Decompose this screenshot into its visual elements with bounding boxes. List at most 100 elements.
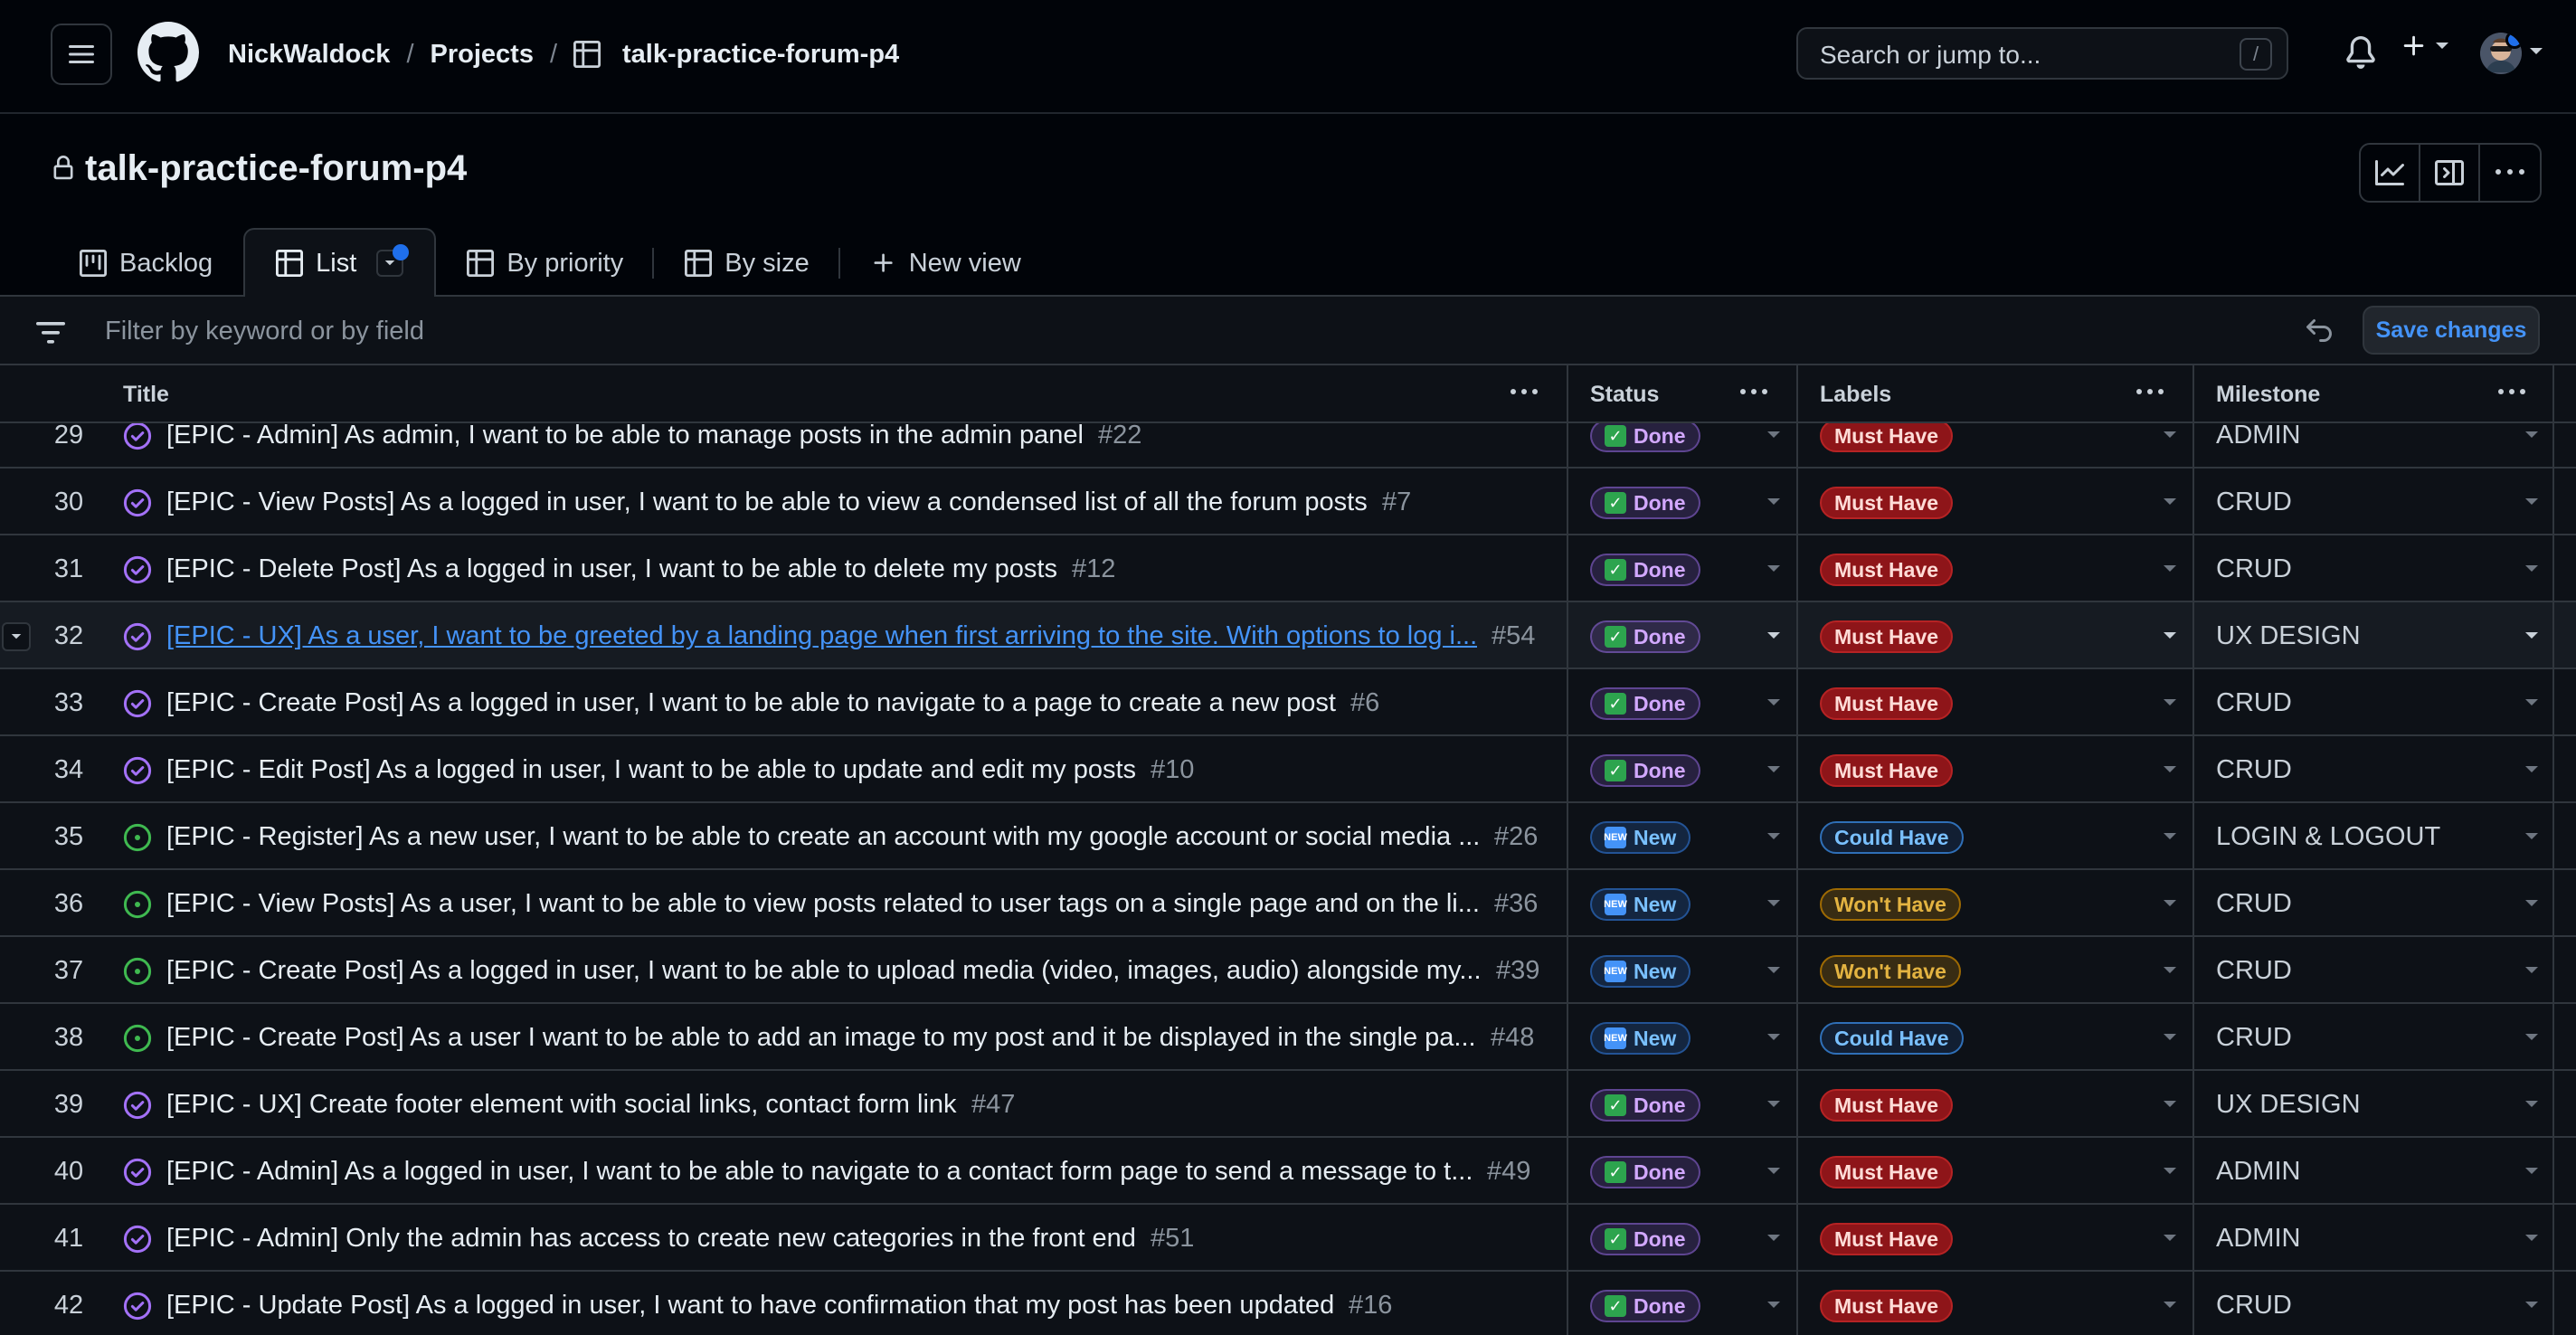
- labels-dropdown-caret[interactable]: [2164, 1235, 2176, 1241]
- issue-title[interactable]: [EPIC - Create Post] As a user I want to…: [166, 1004, 1476, 1071]
- column-header-labels[interactable]: Labels: [1820, 365, 1891, 423]
- label-badge[interactable]: Must Have: [1820, 1089, 1954, 1122]
- table-row[interactable]: 36 [EPIC - View Posts] As a user, I want …: [0, 870, 2576, 937]
- status-dropdown-caret[interactable]: [1767, 1101, 1780, 1107]
- milestone-value[interactable]: CRUD: [2216, 736, 2292, 803]
- column-menu-icon[interactable]: [1740, 389, 1767, 394]
- table-row[interactable]: 35 [EPIC - Register] As a new user, I wan…: [0, 803, 2576, 870]
- milestone-value[interactable]: ADMIN: [2216, 1205, 2300, 1272]
- table-row[interactable]: 40 [EPIC - Admin] As a logged in user, I …: [0, 1138, 2576, 1205]
- labels-dropdown-caret[interactable]: [2164, 1302, 2176, 1308]
- search-input[interactable]: Search or jump to... /: [1796, 27, 2288, 80]
- milestone-dropdown-caret[interactable]: [2525, 1235, 2538, 1241]
- milestone-dropdown-caret[interactable]: [2525, 900, 2538, 906]
- avatar[interactable]: [2480, 33, 2522, 74]
- tab-new-view[interactable]: New view: [840, 230, 1052, 297]
- status-dropdown-caret[interactable]: [1767, 900, 1780, 906]
- status-dropdown-caret[interactable]: [1767, 632, 1780, 639]
- status-badge[interactable]: ✓ Done: [1590, 620, 1700, 653]
- status-badge[interactable]: NEW New: [1590, 1022, 1691, 1055]
- status-badge[interactable]: ✓ Done: [1590, 420, 1700, 452]
- save-changes-button[interactable]: Save changes: [2363, 306, 2540, 355]
- view-options-button[interactable]: [376, 244, 410, 277]
- caret-down-icon[interactable]: [2529, 47, 2543, 56]
- labels-dropdown-caret[interactable]: [2164, 1034, 2176, 1040]
- issue-title[interactable]: [EPIC - Register] As a new user, I want …: [166, 803, 1480, 870]
- table-row[interactable]: 41 [EPIC - Admin] Only the admin has acce…: [0, 1205, 2576, 1272]
- milestone-dropdown-caret[interactable]: [2525, 1101, 2538, 1107]
- issue-title[interactable]: [EPIC - Admin] As a logged in user, I wa…: [166, 1138, 1473, 1205]
- status-badge[interactable]: ✓ Done: [1590, 1223, 1700, 1255]
- breadcrumb-project[interactable]: talk-practice-forum-p4: [622, 40, 899, 70]
- label-badge[interactable]: Must Have: [1820, 554, 1954, 586]
- insights-button[interactable]: [2361, 145, 2420, 201]
- table-row[interactable]: 32 [EPIC - UX] As a user, I want to be gr…: [0, 602, 2576, 669]
- milestone-value[interactable]: CRUD: [2216, 669, 2292, 736]
- milestone-dropdown-caret[interactable]: [2525, 766, 2538, 772]
- status-badge[interactable]: ✓ Done: [1590, 687, 1700, 720]
- column-divider[interactable]: [2192, 365, 2194, 1335]
- issue-title[interactable]: [EPIC - View Posts] As a logged in user,…: [166, 469, 1368, 535]
- status-dropdown-caret[interactable]: [1767, 565, 1780, 572]
- issue-title[interactable]: [EPIC - Admin] Only the admin has access…: [166, 1205, 1136, 1272]
- column-menu-icon[interactable]: [1511, 389, 1538, 394]
- column-header-milestone[interactable]: Milestone: [2216, 365, 2320, 423]
- bell-icon[interactable]: [2344, 34, 2377, 71]
- milestone-value[interactable]: CRUD: [2216, 1004, 2292, 1071]
- label-badge[interactable]: Must Have: [1820, 687, 1954, 720]
- labels-dropdown-caret[interactable]: [2164, 1168, 2176, 1174]
- labels-dropdown-caret[interactable]: [2164, 1101, 2176, 1107]
- table-row[interactable]: 31 [EPIC - Delete Post] As a logged in us…: [0, 535, 2576, 602]
- milestone-dropdown-caret[interactable]: [2525, 1168, 2538, 1174]
- status-badge[interactable]: NEW New: [1590, 888, 1691, 921]
- label-badge[interactable]: Must Have: [1820, 1290, 1954, 1322]
- status-dropdown-caret[interactable]: [1767, 967, 1780, 973]
- column-divider[interactable]: [2552, 365, 2554, 1335]
- label-badge[interactable]: Must Have: [1820, 1223, 1954, 1255]
- label-badge[interactable]: Must Have: [1820, 1156, 1954, 1188]
- status-dropdown-caret[interactable]: [1767, 766, 1780, 772]
- row-expand-button[interactable]: [2, 622, 31, 651]
- side-panel-button[interactable]: [2420, 145, 2480, 201]
- status-dropdown-caret[interactable]: [1767, 498, 1780, 505]
- issue-title[interactable]: [EPIC - View Posts] As a user, I want to…: [166, 870, 1480, 937]
- milestone-dropdown-caret[interactable]: [2525, 699, 2538, 705]
- issue-title[interactable]: [EPIC - UX] As a user, I want to be gree…: [166, 602, 1477, 669]
- labels-dropdown-caret[interactable]: [2164, 967, 2176, 973]
- issue-title[interactable]: [EPIC - Edit Post] As a logged in user, …: [166, 736, 1136, 803]
- tab-by-size[interactable]: By size: [654, 230, 840, 297]
- status-badge[interactable]: ✓ Done: [1590, 487, 1700, 519]
- breadcrumb-owner[interactable]: NickWaldock: [228, 40, 390, 70]
- status-dropdown-caret[interactable]: [1767, 1302, 1780, 1308]
- filter-input[interactable]: Filter by keyword or by field: [105, 317, 424, 346]
- milestone-dropdown-caret[interactable]: [2525, 498, 2538, 505]
- milestone-dropdown-caret[interactable]: [2525, 1034, 2538, 1040]
- milestone-value[interactable]: LOGIN & LOGOUT: [2216, 803, 2440, 870]
- milestone-value[interactable]: UX DESIGN: [2216, 602, 2361, 669]
- table-row[interactable]: 30 [EPIC - View Posts] As a logged in use…: [0, 469, 2576, 535]
- table-row[interactable]: 33 [EPIC - Create Post] As a logged in us…: [0, 669, 2576, 736]
- milestone-value[interactable]: CRUD: [2216, 870, 2292, 937]
- milestone-value[interactable]: CRUD: [2216, 469, 2292, 535]
- status-badge[interactable]: ✓ Done: [1590, 1290, 1700, 1322]
- issue-title[interactable]: [EPIC - Update Post] As a logged in user…: [166, 1272, 1334, 1335]
- issue-title[interactable]: [EPIC - Create Post] As a logged in user…: [166, 669, 1336, 736]
- table-row[interactable]: 39 [EPIC - UX] Create footer element with…: [0, 1071, 2576, 1138]
- table-row[interactable]: 38 [EPIC - Create Post] As a user I want …: [0, 1004, 2576, 1071]
- label-badge[interactable]: Must Have: [1820, 620, 1954, 653]
- labels-dropdown-caret[interactable]: [2164, 699, 2176, 705]
- status-badge[interactable]: NEW New: [1590, 955, 1691, 988]
- tab-list[interactable]: List: [243, 228, 437, 297]
- label-badge[interactable]: Won't Have: [1820, 888, 1961, 921]
- column-divider[interactable]: [1567, 365, 1568, 1335]
- column-menu-icon[interactable]: [2498, 389, 2525, 394]
- table-row[interactable]: 34 [EPIC - Edit Post] As a logged in user…: [0, 736, 2576, 803]
- labels-dropdown-caret[interactable]: [2164, 632, 2176, 639]
- breadcrumb-projects[interactable]: Projects: [431, 40, 534, 70]
- status-badge[interactable]: NEW New: [1590, 821, 1691, 854]
- label-badge[interactable]: Won't Have: [1820, 955, 1961, 988]
- milestone-value[interactable]: CRUD: [2216, 535, 2292, 602]
- status-dropdown-caret[interactable]: [1767, 1235, 1780, 1241]
- milestone-dropdown-caret[interactable]: [2525, 632, 2538, 639]
- tab-by-priority[interactable]: By priority: [436, 230, 655, 297]
